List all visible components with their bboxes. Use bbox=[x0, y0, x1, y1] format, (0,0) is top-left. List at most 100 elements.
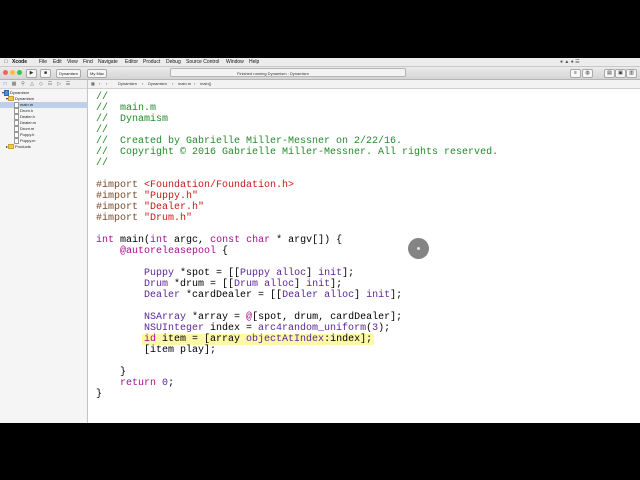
apple-menu-icon[interactable]:  bbox=[4, 58, 8, 66]
assistant-editor-button[interactable]: ◍ bbox=[582, 69, 593, 78]
code-token: #import bbox=[96, 191, 145, 202]
folder-icon bbox=[8, 144, 15, 150]
tree-item-label: Drum.h bbox=[20, 108, 34, 114]
menu-item-find[interactable]: Find bbox=[83, 58, 93, 66]
scheme-selector[interactable]: Dynamism bbox=[56, 69, 81, 78]
report-icon[interactable]: ☰ bbox=[65, 81, 71, 87]
code-token: alloc bbox=[264, 279, 295, 290]
code-line: id item = [array objectAtIndex:index]; bbox=[96, 334, 372, 345]
code-token: ] bbox=[294, 279, 307, 290]
breakpoint-icon[interactable]: ▷ bbox=[56, 81, 62, 87]
tree-item-label: Puppy.m bbox=[20, 138, 36, 144]
menu-item-view[interactable]: View bbox=[67, 58, 78, 66]
navigator-toggle-button[interactable]: ▤ bbox=[604, 69, 615, 78]
code-token: const char bbox=[210, 235, 271, 246]
code-token: init bbox=[318, 268, 343, 279]
search-icon[interactable]: ⚲ bbox=[20, 81, 26, 87]
code-token: #import bbox=[96, 180, 145, 191]
standard-editor-button[interactable]: ≡ bbox=[570, 69, 581, 78]
code-token: *drum = [[ bbox=[168, 279, 235, 290]
breadcrumb-separator-icon: › bbox=[172, 81, 174, 86]
menu-item-editor[interactable]: Editor bbox=[125, 58, 138, 66]
code-token: Puppy bbox=[240, 268, 271, 279]
mouse-cursor-indicator bbox=[408, 238, 429, 259]
run-button[interactable]: ▶ bbox=[26, 69, 37, 78]
code-line: Dealer *cardDealer = [[Dealer alloc] ini… bbox=[96, 290, 402, 301]
debug-icon[interactable]: ☶ bbox=[47, 81, 53, 87]
breadcrumb-project[interactable]: Dynamism bbox=[118, 80, 137, 88]
destination-selector[interactable]: My Mac bbox=[87, 69, 107, 78]
breadcrumb-symbol[interactable]: main() bbox=[200, 80, 211, 88]
code-token: *cardDealer = [[ bbox=[180, 290, 283, 301]
tree-item-label: main.m bbox=[20, 102, 34, 108]
forward-button[interactable]: › bbox=[106, 80, 107, 88]
code-token: argc, bbox=[168, 235, 211, 246]
menu-item-help[interactable]: Help bbox=[249, 58, 259, 66]
folder-icon[interactable]: □ bbox=[2, 81, 8, 87]
code-token: <Foundation/Foundation.h> bbox=[144, 180, 295, 191]
code-token: [item play]; bbox=[96, 345, 217, 356]
code-line: // bbox=[96, 158, 108, 169]
menu-item-debug[interactable]: Debug bbox=[166, 58, 181, 66]
test-icon[interactable]: ◇ bbox=[38, 81, 44, 87]
menu-item-source-control[interactable]: Source Control bbox=[186, 58, 219, 66]
code-token: // bbox=[96, 158, 109, 169]
related-items-icon[interactable]: ▦ bbox=[91, 80, 95, 88]
scheme-label: Dynamism bbox=[59, 71, 78, 76]
code-token: // Created by Gabrielle Miller-Messner o… bbox=[96, 136, 403, 147]
code-token: int bbox=[96, 235, 115, 246]
code-token: ] bbox=[306, 268, 319, 279]
navigator-tabs: □ ▦ ⚲ △ ◇ ☶ ▷ ☰ bbox=[0, 80, 87, 89]
breadcrumb-group[interactable]: Dynamism bbox=[148, 80, 167, 88]
menu-item-edit[interactable]: Edit bbox=[53, 58, 62, 66]
tree-item-label: Puppy.h bbox=[20, 132, 35, 138]
destination-label: My Mac bbox=[90, 71, 104, 76]
code-token: return bbox=[120, 378, 157, 389]
menu-item-product[interactable]: Product bbox=[143, 58, 160, 66]
code-token: #import bbox=[96, 213, 145, 224]
code-token: // Dynamism bbox=[96, 114, 169, 125]
code-line: // Dynamism bbox=[96, 114, 168, 125]
tree-item-group[interactable]: ▸ Products bbox=[0, 144, 93, 150]
code-line: Puppy *spot = [[Puppy alloc] init]; bbox=[96, 268, 354, 279]
source-editor[interactable]: //// main.m// Dynamism//// Created by Ga… bbox=[88, 89, 640, 423]
code-token: } bbox=[96, 367, 127, 378]
back-button[interactable]: ‹ bbox=[99, 80, 100, 88]
menu-item-window[interactable]: Window bbox=[226, 58, 244, 66]
code-token: main( bbox=[114, 235, 151, 246]
close-window-icon[interactable] bbox=[3, 70, 8, 75]
breadcrumb-separator-icon: › bbox=[142, 81, 144, 86]
code-token: // bbox=[96, 92, 109, 103]
code-token: [spot, drum, cardDealer]; bbox=[252, 312, 403, 323]
utilities-toggle-button[interactable]: ▥ bbox=[626, 69, 637, 78]
stop-button[interactable]: ■ bbox=[40, 69, 51, 78]
symbol-icon[interactable]: ▦ bbox=[11, 81, 17, 87]
code-token: Drum bbox=[234, 279, 259, 290]
zoom-window-icon[interactable] bbox=[17, 70, 22, 75]
warning-icon[interactable]: △ bbox=[29, 81, 35, 87]
breadcrumb-file[interactable]: main.m bbox=[178, 80, 191, 88]
code-token: index = bbox=[204, 323, 259, 334]
code-line: Drum *drum = [[Drum alloc] init]; bbox=[96, 279, 342, 290]
minimize-window-icon[interactable] bbox=[10, 70, 15, 75]
code-line: } bbox=[96, 389, 102, 400]
code-line: #import "Dealer.h" bbox=[96, 202, 204, 213]
code-token: init bbox=[306, 279, 331, 290]
code-token: arc4random_uniform bbox=[258, 323, 367, 334]
code-token: alloc bbox=[276, 268, 307, 279]
code-token: Dealer bbox=[282, 290, 319, 301]
code-token: Drum bbox=[144, 279, 169, 290]
menu-item-file[interactable]: File bbox=[39, 58, 47, 66]
code-token: ; bbox=[168, 378, 175, 389]
menu-item-xcode[interactable]: Xcode bbox=[12, 58, 27, 66]
code-line: return 0; bbox=[96, 378, 174, 389]
debug-area-toggle-button[interactable]: ▣ bbox=[615, 69, 626, 78]
code-token: ]; bbox=[330, 279, 343, 290]
menu-item-navigate[interactable]: Navigate bbox=[98, 58, 118, 66]
code-line: int main(int argc, const char * argv[]) … bbox=[96, 235, 342, 246]
